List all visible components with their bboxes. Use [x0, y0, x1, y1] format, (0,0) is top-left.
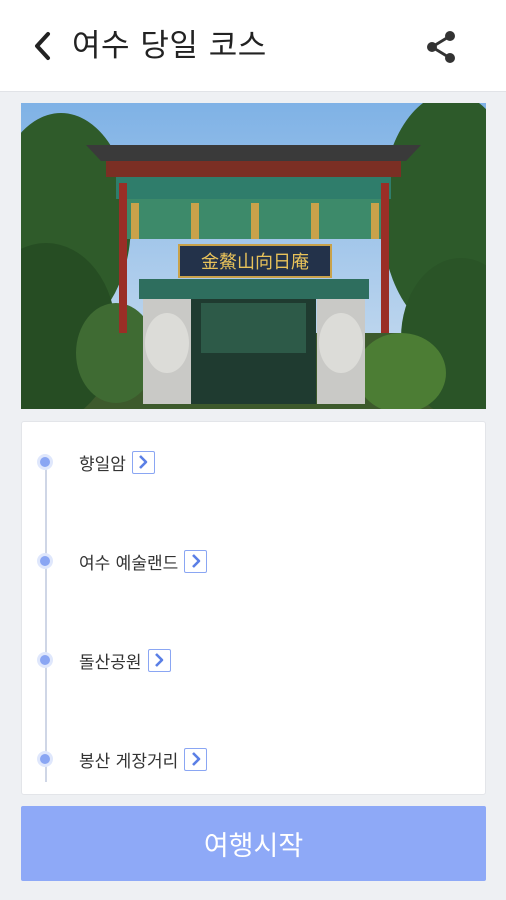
hero-image: 金鰲山向日庵 [21, 103, 486, 409]
chevron-right-icon [191, 752, 201, 766]
chevron-left-icon [35, 32, 50, 60]
share-icon [427, 31, 455, 63]
timeline-dot [37, 751, 53, 767]
timeline-dot [37, 652, 53, 668]
stop-label: 여수 예술랜드 [79, 553, 179, 574]
start-trip-button[interactable]: 여행시작 [21, 806, 486, 881]
stop-label: 돌산공원 [79, 652, 142, 673]
course-stop[interactable]: 여수 예술랜드 [37, 544, 208, 578]
course-stop[interactable]: 돌산공원 [37, 643, 171, 677]
chevron-right-icon [139, 455, 148, 469]
timeline-dot [37, 553, 53, 569]
chevron-right-icon [155, 653, 164, 667]
timeline-line [45, 462, 47, 782]
stop-detail-button[interactable] [184, 549, 208, 573]
back-button[interactable] [26, 28, 58, 64]
app-header: 여수 당일 코스 [0, 0, 506, 92]
share-button[interactable] [420, 26, 462, 68]
stop-detail-button[interactable] [147, 648, 171, 672]
temple-gate-image: 金鰲山向日庵 [21, 103, 486, 409]
stop-detail-button[interactable] [184, 747, 208, 771]
stop-detail-button[interactable] [131, 450, 155, 474]
stop-label: 봉산 게장거리 [79, 751, 179, 772]
timeline-dot [37, 454, 53, 470]
stop-label: 향일암 [79, 454, 126, 475]
page-title: 여수 당일 코스 [72, 28, 267, 64]
chevron-right-icon [191, 554, 201, 568]
course-stop[interactable]: 향일암 [37, 445, 155, 479]
signboard-text: 金鰲山向日庵 [201, 252, 309, 273]
course-stop[interactable]: 봉산 게장거리 [37, 742, 208, 776]
